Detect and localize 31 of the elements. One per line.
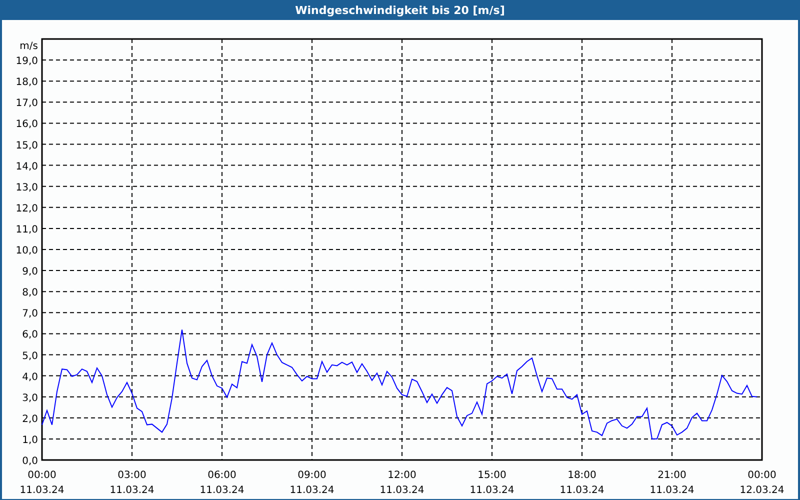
y-axis-tick-label: 6,0 <box>22 330 38 341</box>
y-axis-tick-label: 10,0 <box>16 246 38 256</box>
y-axis-tick-label: 14,0 <box>16 161 38 172</box>
x-axis-tick-label: 00:00 11.03.24 <box>20 470 64 496</box>
x-axis-tick-label: 18:00 11.03.24 <box>560 470 604 496</box>
x-axis-tick-label: 03:00 11.03.24 <box>110 470 154 496</box>
x-axis-tick-label: 00:00 12.03.24 <box>740 470 784 496</box>
y-axis-tick-label: 5,0 <box>22 350 38 362</box>
chart-title: Windgeschwindigkeit bis 20 [m/s] <box>295 4 505 16</box>
x-axis-tick-label: 09:00 11.03.24 <box>290 470 334 496</box>
y-axis-tick-label: 2,0 <box>22 414 38 425</box>
y-axis-tick-label: 13,0 <box>16 182 38 194</box>
y-axis-tick-label: 11,0 <box>16 224 38 236</box>
y-axis-tick-label: 8,0 <box>22 288 38 299</box>
y-axis-tick-label: 17,0 <box>16 98 38 110</box>
y-axis-tick-label: 0,0 <box>22 456 38 467</box>
y-axis-tick-label: 9,0 <box>22 266 38 278</box>
y-axis-tick-label: 19,0 <box>16 56 38 68</box>
y-axis-tick-label: 7,0 <box>22 308 38 320</box>
x-axis-tick-label: 06:00 11.03.24 <box>200 470 244 496</box>
y-axis-tick-label: 4,0 <box>22 372 38 383</box>
y-axis-tick-label: 1,0 <box>22 434 38 446</box>
y-axis-tick-label: 12,0 <box>16 203 38 214</box>
y-axis-tick-label: 16,0 <box>16 119 38 130</box>
y-axis-unit-label: m/s <box>20 41 38 52</box>
x-axis-tick-label: 12:00 11.03.24 <box>380 470 424 496</box>
y-axis-tick-label: 18,0 <box>16 77 38 88</box>
y-axis-tick-label: 3,0 <box>22 392 38 404</box>
y-axis-tick-label: 15,0 <box>16 140 38 152</box>
x-axis-tick-label: 21:00 11.03.24 <box>650 470 694 496</box>
x-axis-tick-label: 15:00 11.03.24 <box>470 470 514 496</box>
